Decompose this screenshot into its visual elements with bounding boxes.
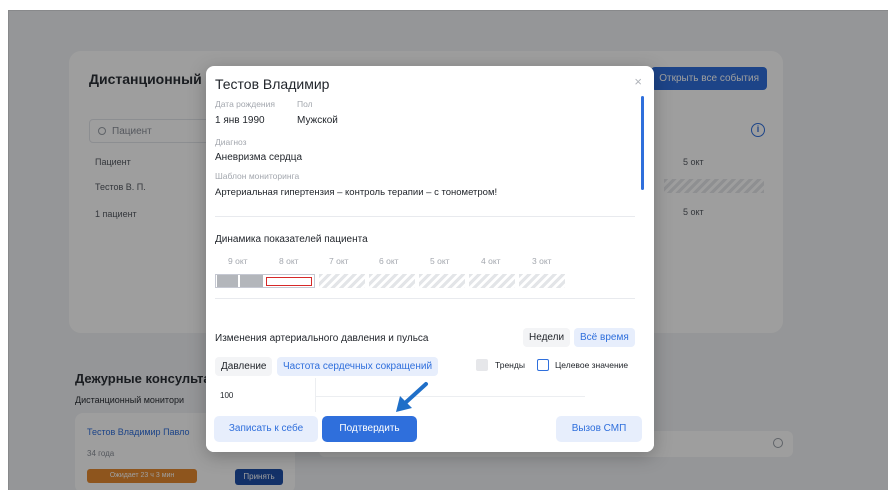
period-all-button[interactable]: Всё время [574, 328, 635, 347]
tab-pressure[interactable]: Давление [215, 357, 273, 376]
chart-gridline [315, 396, 585, 397]
trends-label: Тренды [495, 360, 525, 370]
empty-cell [319, 274, 365, 288]
template-label: Шаблон мониторинга [215, 171, 300, 181]
sex-value: Мужской [297, 115, 338, 126]
empty-cell [419, 274, 465, 288]
birth-value: 1 янв 1990 [215, 115, 265, 126]
empty-cell [469, 274, 515, 288]
modal-footer: Записать к себе Подтвердить Вызов СМП [206, 412, 654, 452]
empty-cell [369, 274, 415, 288]
call-ambulance-button[interactable]: Вызов СМП [556, 416, 642, 442]
date-label: 5 окт [430, 256, 450, 266]
diagnosis-value: Аневризма сердца [215, 152, 303, 163]
empty-cell [519, 274, 565, 288]
date-label: 3 окт [532, 256, 552, 266]
modal-title: Тестов Владимир [215, 76, 330, 92]
date-label: 8 окт [279, 256, 299, 266]
highlight-box [266, 277, 312, 286]
date-label: 6 окт [379, 256, 399, 266]
target-checkbox[interactable] [537, 359, 549, 371]
date-label: 9 окт [228, 256, 248, 266]
diagnosis-label: Диагноз [215, 137, 247, 147]
dynamics-grid [215, 274, 567, 288]
target-label: Целевое значение [555, 360, 629, 370]
divider [215, 216, 635, 217]
trends-checkbox[interactable] [476, 359, 488, 371]
period-weeks-button[interactable]: Недели [523, 328, 571, 347]
date-label: 7 окт [329, 256, 349, 266]
pointer-arrow-icon [396, 382, 428, 412]
divider [215, 298, 635, 299]
dynamics-title: Динамика показателей пациента [215, 234, 368, 245]
axis-tick-label: 100 [220, 391, 234, 400]
close-icon[interactable]: × [634, 74, 642, 89]
date-label: 4 окт [481, 256, 501, 266]
sex-label: Пол [297, 99, 313, 109]
birth-label: Дата рождения [215, 99, 275, 109]
pressure-title: Изменения артериального давления и пульс… [215, 333, 429, 344]
tab-heart-rate[interactable]: Частота сердечных сокращений [277, 357, 439, 376]
template-value: Артериальная гипертензия – контроль тера… [215, 187, 498, 198]
record-to-self-button[interactable]: Записать к себе [214, 416, 318, 442]
chart-gridline [315, 378, 316, 412]
confirm-button[interactable]: Подтвердить [322, 416, 417, 442]
modal-scrollbar[interactable] [641, 96, 644, 190]
